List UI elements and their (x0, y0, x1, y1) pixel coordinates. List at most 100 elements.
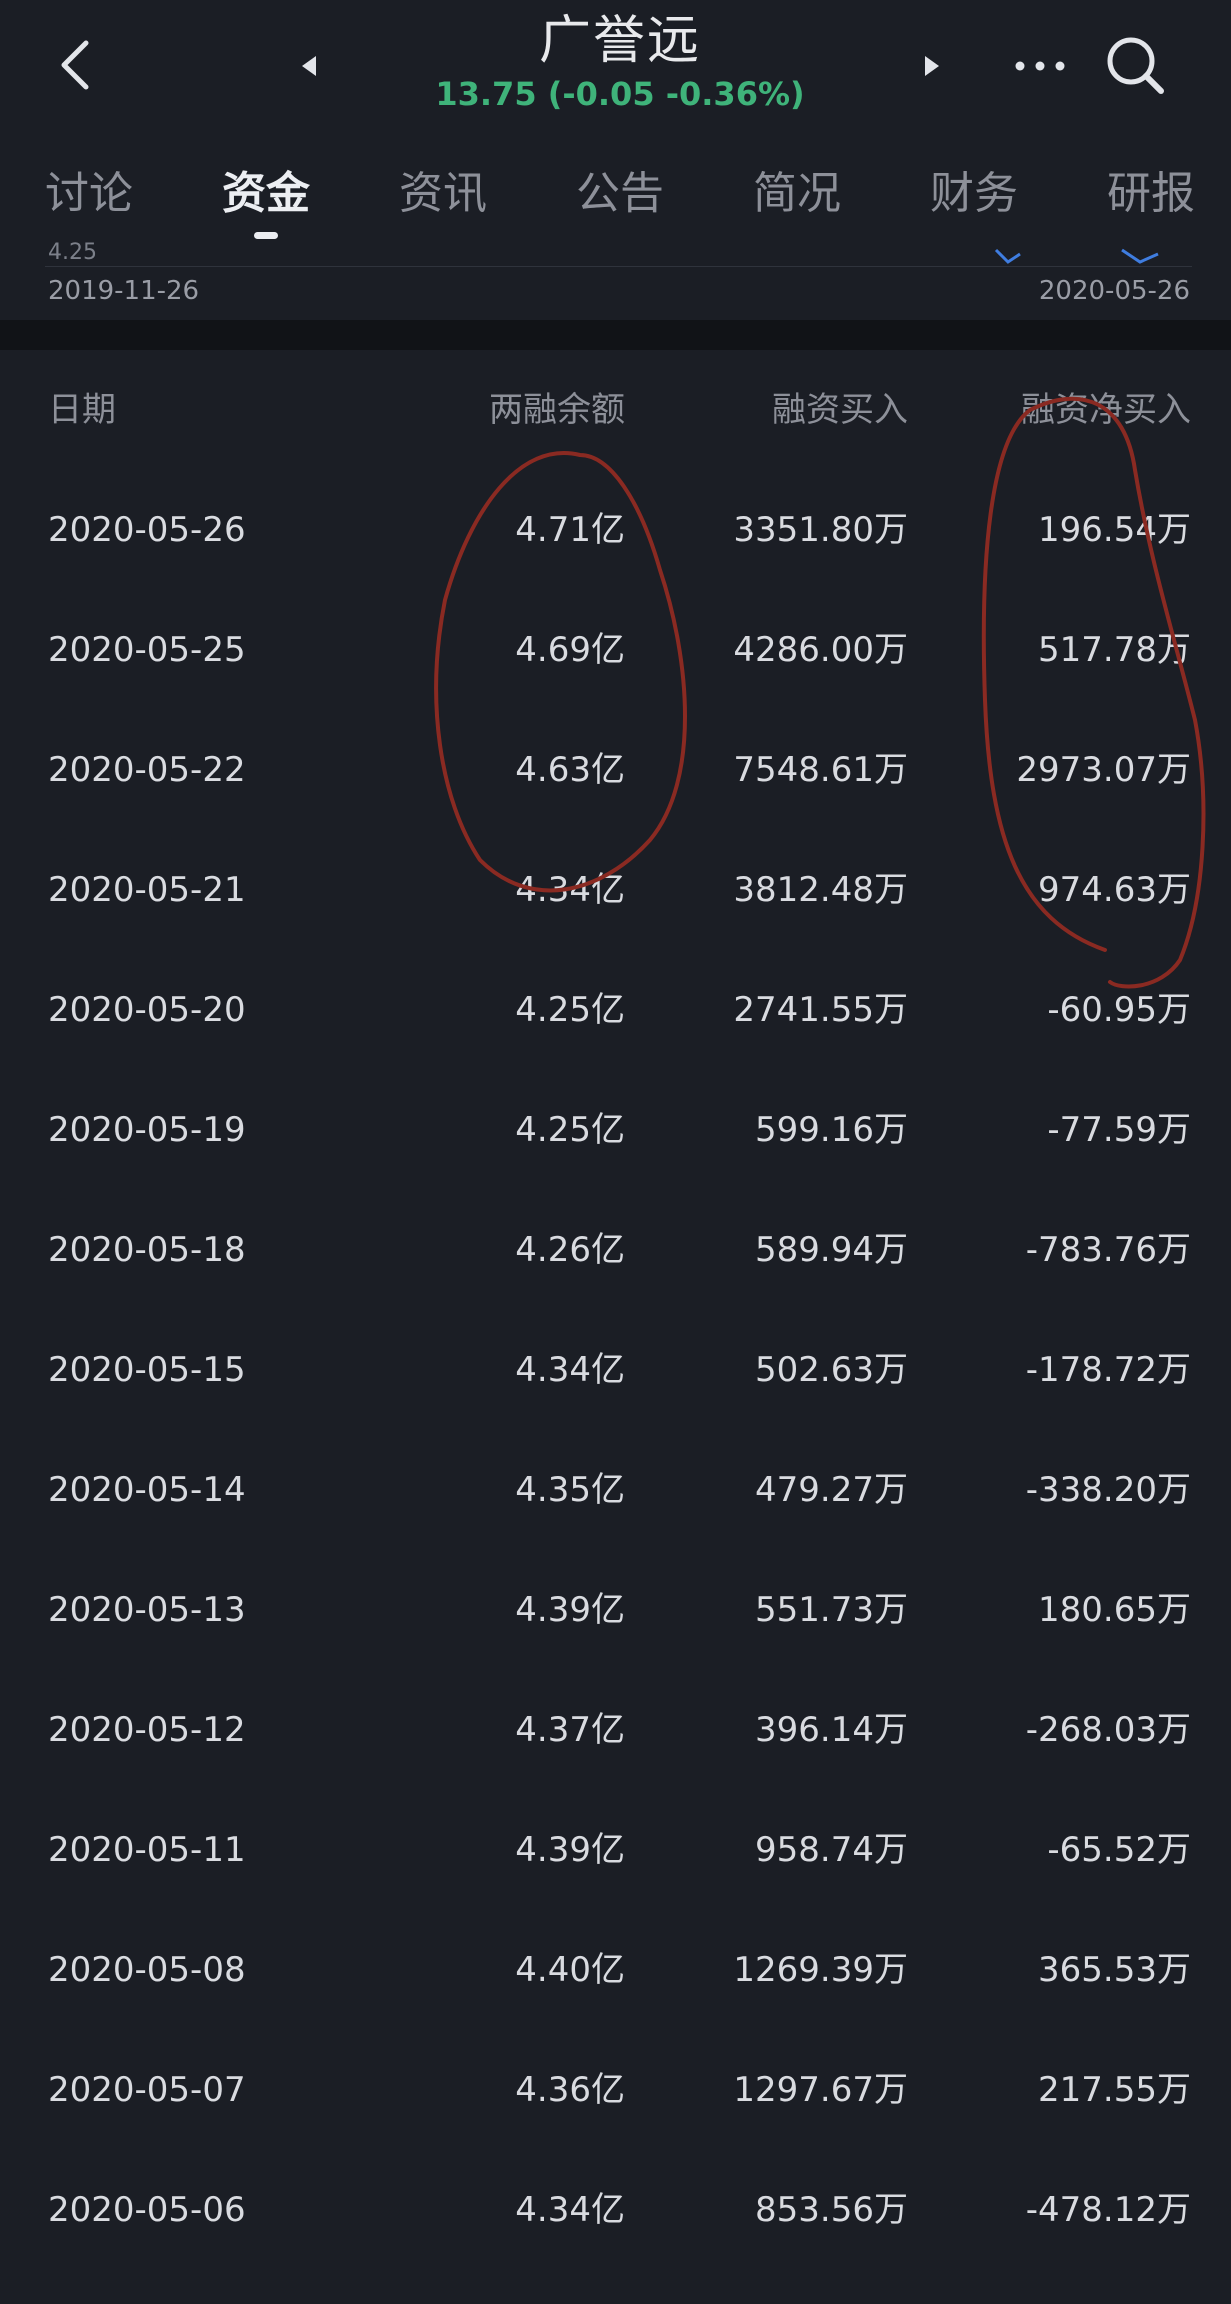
tab-research[interactable]: 研报 (1107, 164, 1195, 224)
tab-funds[interactable]: 资金 (222, 164, 310, 224)
row-buy: 1269.39万 (733, 1950, 908, 1990)
row-net-buy: -60.95万 (1047, 990, 1191, 1030)
tab-announcements[interactable]: 公告 (576, 164, 664, 224)
row-net-buy: 2973.07万 (1016, 750, 1191, 790)
row-net-buy: 517.78万 (1038, 630, 1191, 670)
table-row[interactable]: 2020-05-26 4.71亿 3351.80万 196.54万 (0, 470, 1231, 590)
row-balance: 4.25亿 (515, 1110, 625, 1150)
row-date: 2020-05-19 (48, 1110, 246, 1150)
row-date: 2020-05-07 (48, 2070, 246, 2110)
more-button[interactable] (1010, 48, 1070, 84)
row-balance: 4.34亿 (515, 1350, 625, 1390)
row-date: 2020-05-08 (48, 1950, 246, 1990)
row-balance: 4.71亿 (515, 510, 625, 550)
row-buy: 479.27万 (755, 1470, 908, 1510)
row-buy: 599.16万 (755, 1110, 908, 1150)
row-net-buy: -338.20万 (1025, 1470, 1191, 1510)
header-buy: 融资买入 (772, 390, 908, 430)
active-tab-indicator (254, 232, 278, 239)
table-row[interactable]: 2020-05-15 4.34亿 502.63万 -178.72万 (0, 1310, 1231, 1430)
row-balance: 4.69亿 (515, 630, 625, 670)
table-row[interactable]: 2020-05-19 4.25亿 599.16万 -77.59万 (0, 1070, 1231, 1190)
row-buy: 1297.67万 (733, 2070, 908, 2110)
table-row[interactable]: 2020-05-08 4.40亿 1269.39万 365.53万 (0, 1910, 1231, 2030)
row-buy: 2741.55万 (733, 990, 908, 1030)
table-row[interactable]: 2020-05-06 4.34亿 853.56万 -478.12万 (0, 2150, 1231, 2270)
top-bar: 广誉远 13.75 (-0.05 -0.36%) (0, 0, 1231, 130)
tab-bar: 讨论 资金 资讯 公告 简况 财务 研报 (0, 150, 1231, 240)
row-net-buy: -268.03万 (1025, 1710, 1191, 1750)
row-date: 2020-05-26 (48, 510, 246, 550)
header-balance: 两融余额 (489, 390, 625, 430)
more-dots-icon (1015, 61, 1065, 71)
row-buy: 853.56万 (755, 2190, 908, 2230)
table-row[interactable]: 2020-05-14 4.35亿 479.27万 -338.20万 (0, 1430, 1231, 1550)
row-net-buy: 196.54万 (1038, 510, 1191, 550)
table-row[interactable]: 2020-05-12 4.37亿 396.14万 -268.03万 (0, 1670, 1231, 1790)
previous-stock-button[interactable] (293, 46, 323, 86)
row-date: 2020-05-12 (48, 1710, 246, 1750)
next-stock-button[interactable] (918, 46, 948, 86)
row-net-buy: 180.65万 (1038, 1590, 1191, 1630)
tab-profile[interactable]: 简况 (753, 164, 841, 224)
search-icon (1107, 37, 1164, 94)
row-net-buy: 974.63万 (1038, 870, 1191, 910)
table-row[interactable]: 2020-05-22 4.63亿 7548.61万 2973.07万 (0, 710, 1231, 830)
row-date: 2020-05-15 (48, 1350, 246, 1390)
row-date: 2020-05-21 (48, 870, 246, 910)
chart-line-fragment (994, 248, 1159, 264)
chart-start-date: 2019-11-26 (48, 276, 200, 306)
table-row[interactable]: 2020-05-25 4.69亿 4286.00万 517.78万 (0, 590, 1231, 710)
table-row[interactable]: 2020-05-13 4.39亿 551.73万 180.65万 (0, 1550, 1231, 1670)
row-balance: 4.39亿 (515, 1590, 625, 1630)
row-net-buy: -178.72万 (1025, 1350, 1191, 1390)
row-balance: 4.25亿 (515, 990, 625, 1030)
triangle-right-icon (925, 56, 939, 76)
row-balance: 4.37亿 (515, 1710, 625, 1750)
row-buy: 3812.48万 (733, 870, 908, 910)
row-balance: 4.26亿 (515, 1230, 625, 1270)
table-row[interactable]: 2020-05-11 4.39亿 958.74万 -65.52万 (0, 1790, 1231, 1910)
table-row[interactable]: 2020-05-18 4.26亿 589.94万 -783.76万 (0, 1190, 1231, 1310)
header-net-buy: 融资净买入 (1021, 390, 1191, 430)
chart-partial-tick: 4.25 (48, 240, 97, 262)
row-date: 2020-05-13 (48, 1590, 246, 1630)
stock-title-block: 广誉远 13.75 (-0.05 -0.36%) (400, 8, 840, 114)
row-buy: 589.94万 (755, 1230, 908, 1270)
row-balance: 4.40亿 (515, 1950, 625, 1990)
row-date: 2020-05-11 (48, 1830, 246, 1870)
back-button[interactable] (50, 30, 100, 100)
row-date: 2020-05-22 (48, 750, 246, 790)
row-date: 2020-05-20 (48, 990, 246, 1030)
margin-trading-table: 日期 两融余额 融资买入 融资净买入 2020-05-26 4.71亿 3351.8… (0, 350, 1231, 2270)
tab-news[interactable]: 资讯 (399, 164, 487, 224)
header-date: 日期 (48, 390, 116, 430)
row-balance: 4.35亿 (515, 1470, 625, 1510)
row-buy: 7548.61万 (733, 750, 908, 790)
row-buy: 502.63万 (755, 1350, 908, 1390)
search-button[interactable] (1100, 30, 1170, 100)
row-buy: 551.73万 (755, 1590, 908, 1630)
row-net-buy: 365.53万 (1038, 1950, 1191, 1990)
tab-finance[interactable]: 财务 (930, 164, 1018, 224)
row-date: 2020-05-06 (48, 2190, 246, 2230)
table-row[interactable]: 2020-05-20 4.25亿 2741.55万 -60.95万 (0, 950, 1231, 1070)
table-row[interactable]: 2020-05-21 4.34亿 3812.48万 974.63万 (0, 830, 1231, 950)
row-balance: 4.34亿 (515, 870, 625, 910)
row-buy: 3351.80万 (733, 510, 908, 550)
row-buy: 396.14万 (755, 1710, 908, 1750)
row-net-buy: -65.52万 (1047, 1830, 1191, 1870)
stock-name: 广誉远 (538, 11, 701, 71)
tab-discussion[interactable]: 讨论 (45, 164, 133, 224)
table-row[interactable]: 2020-05-07 4.36亿 1297.67万 217.55万 (0, 2030, 1231, 2150)
row-balance: 4.34亿 (515, 2190, 625, 2230)
triangle-left-icon (302, 56, 316, 76)
row-net-buy: -478.12万 (1025, 2190, 1191, 2230)
chart-end-date: 2020-05-26 (1038, 276, 1190, 306)
row-net-buy: -783.76万 (1025, 1230, 1191, 1270)
row-net-buy: 217.55万 (1038, 2070, 1191, 2110)
row-net-buy: -77.59万 (1047, 1110, 1191, 1150)
row-date: 2020-05-25 (48, 630, 246, 670)
back-arrow-icon (61, 40, 89, 90)
row-balance: 4.36亿 (515, 2070, 625, 2110)
